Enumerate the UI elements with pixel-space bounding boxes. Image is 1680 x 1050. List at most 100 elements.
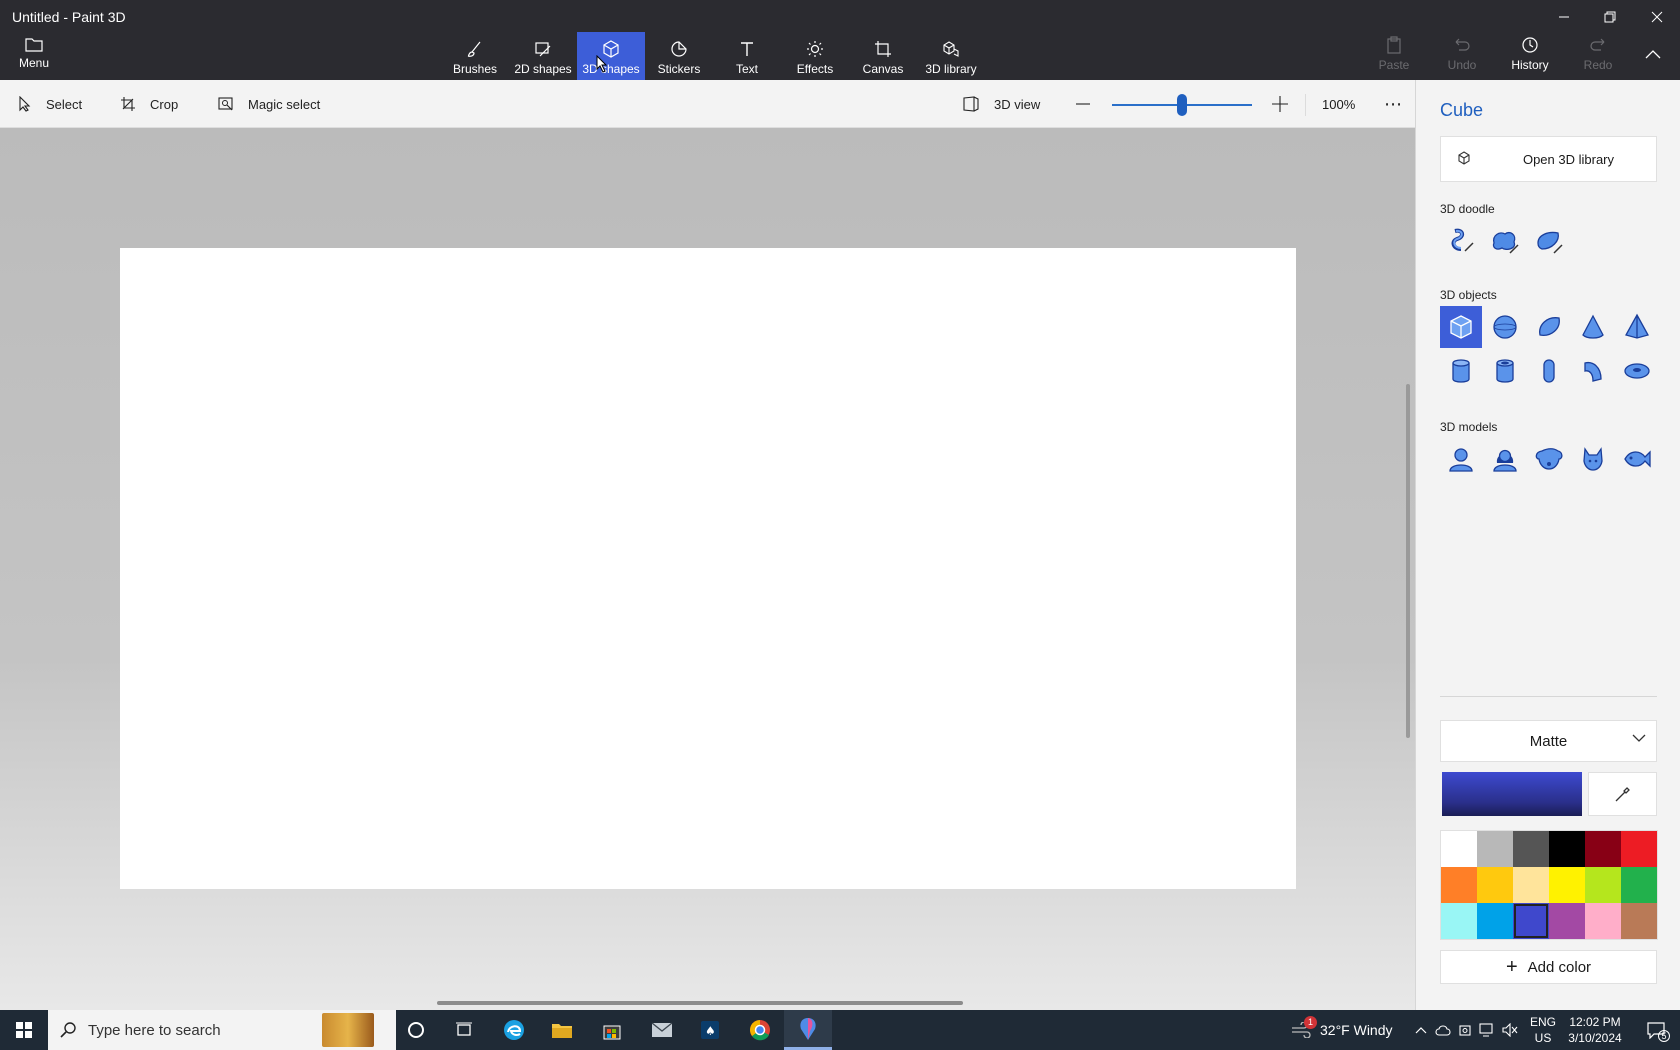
pyramid-button[interactable]	[1616, 306, 1658, 348]
lang-bottom: US	[1534, 1031, 1552, 1045]
more-options-button[interactable]: ⋯	[1384, 80, 1402, 128]
vertical-scrollbar[interactable]	[1406, 384, 1410, 738]
plus-icon: +	[1505, 956, 1518, 978]
cloud-sync-icon[interactable]	[1432, 1010, 1454, 1050]
dog-model-button[interactable]	[1528, 438, 1570, 480]
woman-model-button[interactable]	[1484, 438, 1526, 480]
curved-cylinder-button[interactable]	[1572, 350, 1614, 392]
weather-widget-icon[interactable]: 1	[1286, 1010, 1317, 1050]
mail-app[interactable]	[638, 1010, 686, 1050]
fish-model-button[interactable]	[1616, 438, 1658, 480]
cylinder-button[interactable]	[1440, 350, 1482, 392]
redo-button[interactable]: Redo	[1564, 36, 1632, 72]
restore-button[interactable]	[1587, 0, 1633, 34]
color-swatch[interactable]	[1477, 867, 1513, 903]
tab-canvas[interactable]: Canvas	[849, 32, 917, 80]
drawing-canvas[interactable]	[120, 248, 1296, 889]
donut-icon	[1624, 363, 1650, 379]
add-color-button[interactable]: + Add color	[1440, 950, 1657, 984]
color-swatch[interactable]	[1513, 903, 1549, 939]
cube-button[interactable]	[1440, 306, 1482, 348]
tab-2d-shapes[interactable]: 2D shapes	[509, 32, 577, 80]
horizontal-scrollbar[interactable]	[437, 1001, 963, 1005]
cat-model-button[interactable]	[1572, 438, 1614, 480]
tab-brushes[interactable]: Brushes	[441, 32, 509, 80]
sphere-icon	[1493, 315, 1517, 339]
menu-button[interactable]: Menu	[8, 36, 60, 76]
color-swatch[interactable]	[1621, 831, 1657, 867]
current-color-swatch[interactable]	[1442, 772, 1582, 816]
weather-text[interactable]: 32°F Windy	[1320, 1010, 1393, 1050]
soft-edge-doodle-button[interactable]	[1484, 220, 1526, 262]
color-swatch[interactable]	[1441, 831, 1477, 867]
man-model-button[interactable]	[1440, 438, 1482, 480]
cone-button[interactable]	[1572, 306, 1614, 348]
file-explorer-app[interactable]	[538, 1010, 586, 1050]
zoom-slider-thumb[interactable]	[1177, 94, 1187, 116]
system-clock[interactable]: 12:02 PM 3/10/2024	[1555, 1014, 1635, 1046]
tab-3d-shapes[interactable]: 3D shapes	[577, 32, 645, 80]
material-dropdown[interactable]: Matte	[1440, 720, 1657, 762]
cortana-button[interactable]	[392, 1010, 440, 1050]
sphere-button[interactable]	[1484, 306, 1526, 348]
history-button[interactable]: History	[1496, 36, 1564, 72]
select-tool[interactable]: Select	[18, 80, 82, 128]
solitaire-app[interactable]: ♠	[686, 1010, 734, 1050]
color-swatch[interactable]	[1585, 831, 1621, 867]
edge-app[interactable]	[490, 1010, 538, 1050]
objects-grid	[1440, 306, 1660, 392]
input-language[interactable]: ENG US	[1530, 1014, 1556, 1046]
tube-doodle-button[interactable]	[1528, 220, 1570, 262]
search-highlight-image[interactable]	[322, 1013, 374, 1047]
color-swatch[interactable]	[1441, 867, 1477, 903]
color-swatch[interactable]	[1585, 867, 1621, 903]
crop-tool[interactable]: Crop	[120, 80, 178, 128]
collapse-ribbon-button[interactable]	[1645, 46, 1661, 64]
capsule-button[interactable]	[1528, 350, 1570, 392]
network-icon[interactable]	[1476, 1010, 1498, 1050]
color-swatch[interactable]	[1549, 867, 1585, 903]
color-swatch[interactable]	[1549, 831, 1585, 867]
tab-text[interactable]: Text	[713, 32, 781, 80]
volume-icon[interactable]	[1498, 1010, 1522, 1050]
tab-label: Brushes	[452, 62, 498, 76]
eyedropper-button[interactable]	[1588, 772, 1657, 816]
zoom-in-button[interactable]	[1272, 80, 1302, 128]
3d-view-toggle[interactable]: 3D view	[962, 80, 1040, 128]
color-swatch[interactable]	[1477, 903, 1513, 939]
panel-divider	[1440, 696, 1657, 697]
chrome-app[interactable]	[736, 1010, 784, 1050]
sharp-edge-doodle-button[interactable]	[1440, 220, 1482, 262]
magic-select-tool[interactable]: Magic select	[218, 80, 320, 128]
meet-now-icon[interactable]	[1454, 1010, 1476, 1050]
minimize-button[interactable]	[1541, 0, 1587, 34]
donut-button[interactable]	[1616, 350, 1658, 392]
color-swatch[interactable]	[1621, 903, 1657, 939]
zoom-out-button[interactable]	[1076, 80, 1104, 128]
color-swatch[interactable]	[1513, 831, 1549, 867]
notifications-button[interactable]: 5	[1636, 1010, 1676, 1050]
hemisphere-button[interactable]	[1528, 306, 1570, 348]
open-3d-library-button[interactable]: Open 3D library	[1440, 136, 1657, 182]
color-swatch[interactable]	[1621, 867, 1657, 903]
show-hidden-icons-button[interactable]	[1410, 1010, 1432, 1050]
undo-icon	[1455, 38, 1470, 51]
tab-stickers[interactable]: Stickers	[645, 32, 713, 80]
task-view-button[interactable]	[440, 1010, 488, 1050]
zoom-percentage[interactable]: 100%	[1305, 94, 1365, 116]
paint-3d-app[interactable]	[784, 1010, 832, 1050]
tab-3d-library[interactable]: 3D library	[917, 32, 985, 80]
tube-button[interactable]	[1484, 350, 1526, 392]
color-swatch[interactable]	[1549, 903, 1585, 939]
color-swatch[interactable]	[1441, 903, 1477, 939]
paste-button[interactable]: Paste	[1360, 36, 1428, 72]
start-button[interactable]	[0, 1010, 48, 1050]
store-app[interactable]	[588, 1010, 636, 1050]
color-swatch[interactable]	[1513, 867, 1549, 903]
color-swatch[interactable]	[1477, 831, 1513, 867]
undo-button[interactable]: Undo	[1428, 36, 1496, 72]
close-button[interactable]	[1634, 0, 1680, 34]
tab-effects[interactable]: Effects	[781, 32, 849, 80]
woman-icon	[1493, 449, 1517, 472]
color-swatch[interactable]	[1585, 903, 1621, 939]
